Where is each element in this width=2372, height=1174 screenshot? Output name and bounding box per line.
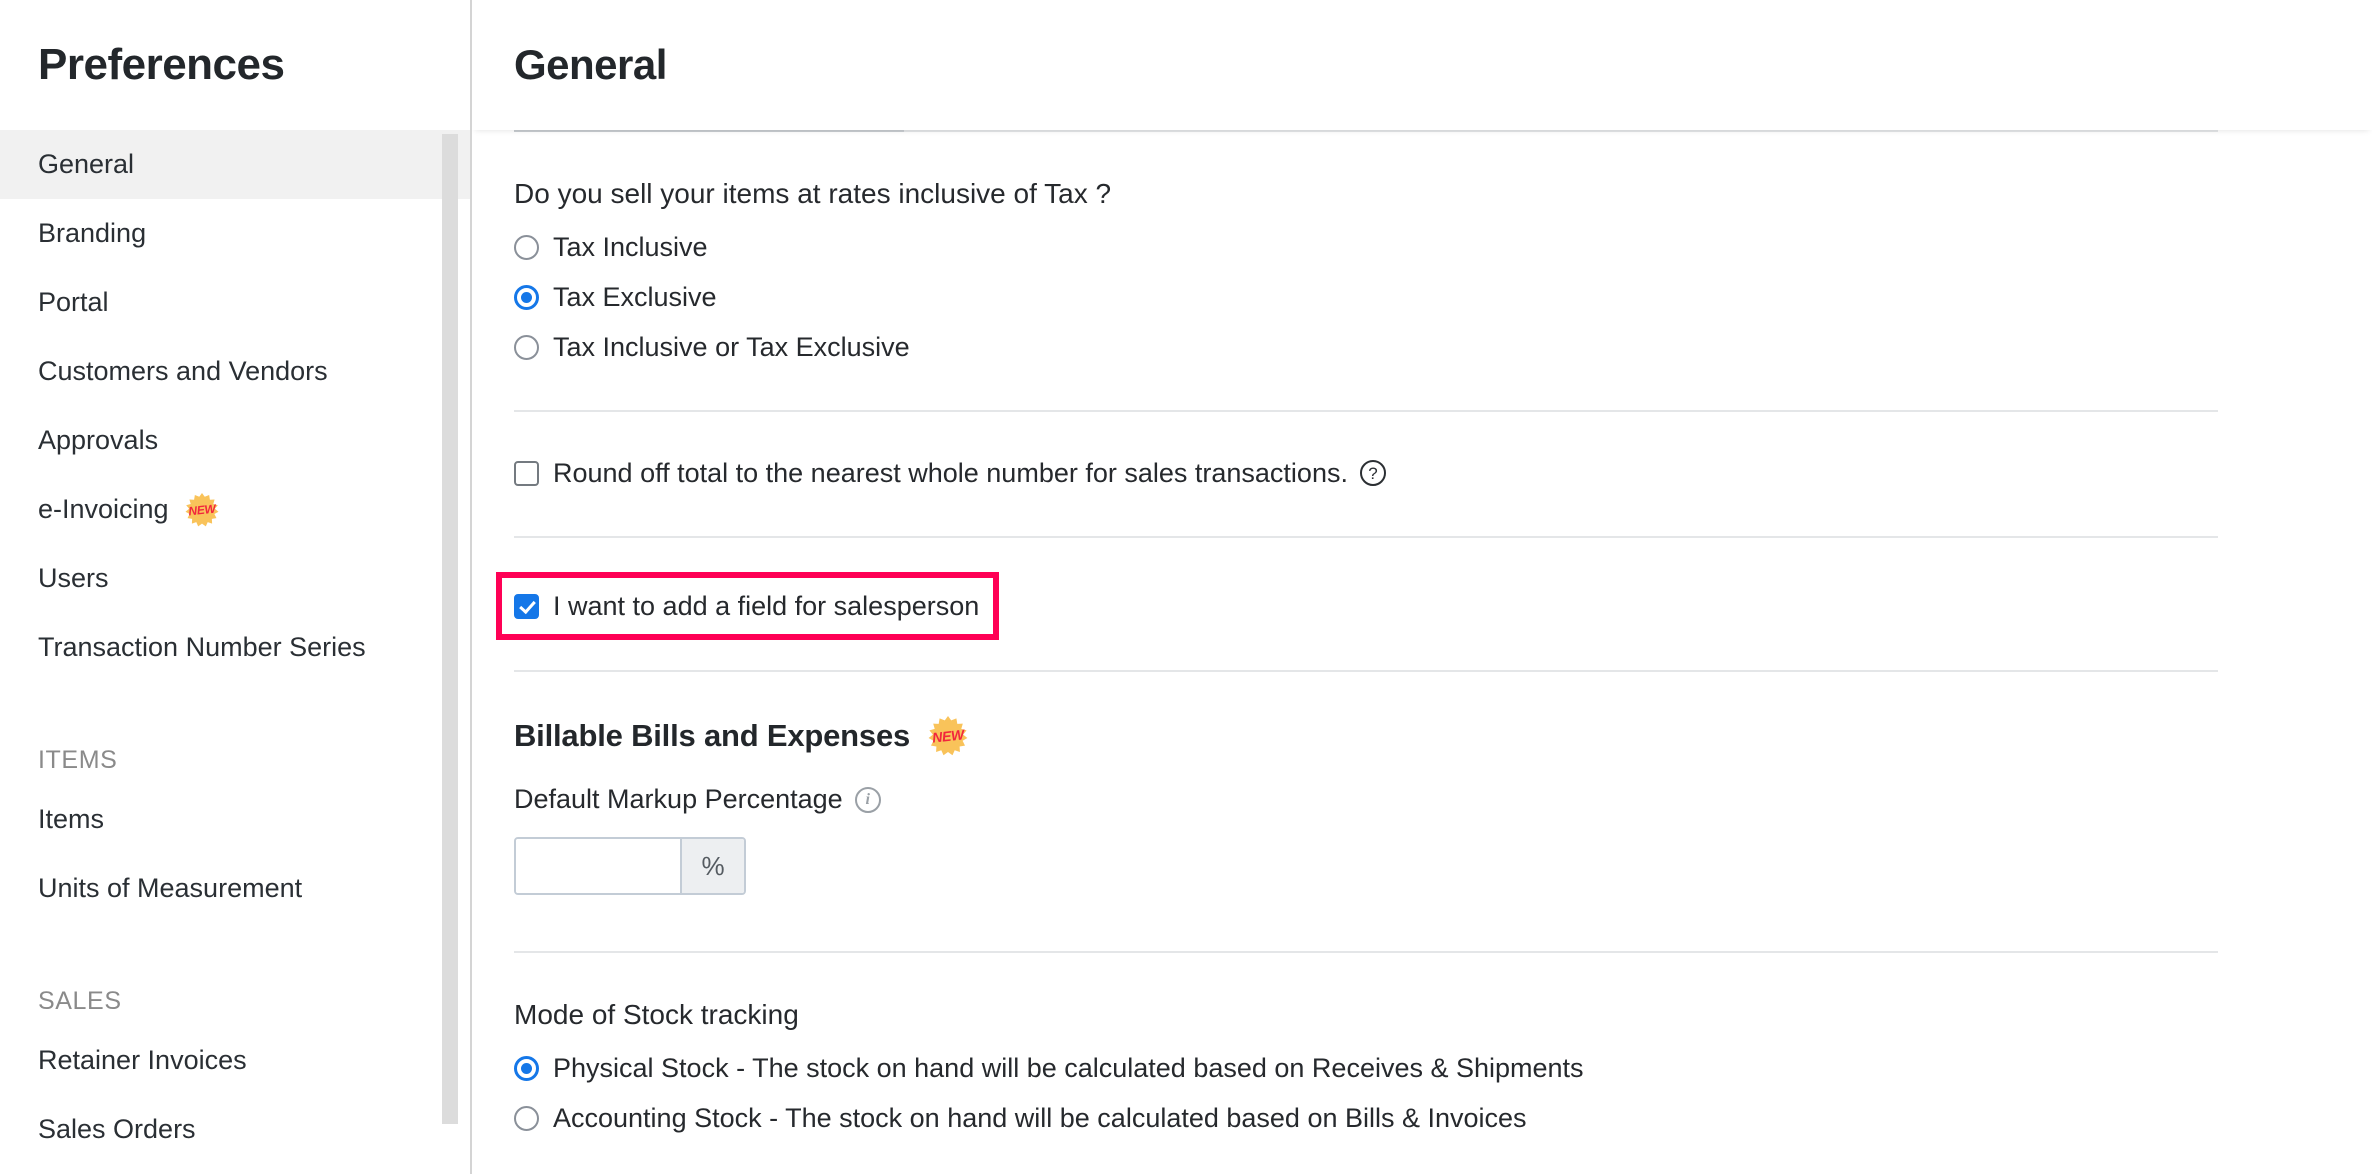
percent-suffix: % bbox=[680, 839, 744, 894]
stock-tracking-label: Mode of Stock tracking bbox=[514, 999, 799, 1031]
salesperson-section: I want to add a field for salesperson bbox=[472, 538, 2372, 670]
checkbox-option-round-off[interactable]: Round off total to the nearest whole num… bbox=[514, 450, 2372, 496]
default-markup-input[interactable] bbox=[516, 839, 680, 894]
sidebar-item-label: e-Invoicing bbox=[38, 494, 169, 524]
divider bbox=[514, 410, 2218, 413]
billable-bills-heading-label: Billable Bills and Expenses bbox=[514, 718, 911, 754]
radio-label: Accounting Stock - The stock on hand wil… bbox=[553, 1103, 1527, 1134]
radio-label: Tax Exclusive bbox=[553, 281, 717, 312]
radio-label: Physical Stock - The stock on hand will … bbox=[553, 1053, 1584, 1084]
radio-icon[interactable] bbox=[514, 1106, 539, 1132]
checkbox-icon-checked[interactable] bbox=[514, 593, 539, 619]
radio-label: Tax Inclusive or Tax Exclusive bbox=[553, 331, 910, 362]
sidebar-section-items-heading: ITEMS bbox=[38, 746, 118, 774]
checkbox-icon[interactable] bbox=[514, 460, 539, 486]
radio-option-tax-inclusive-or-exclusive[interactable]: Tax Inclusive or Tax Exclusive bbox=[514, 324, 2372, 370]
help-circle-icon[interactable]: ? bbox=[1359, 460, 1386, 487]
sidebar-item-users[interactable]: Users bbox=[0, 544, 470, 613]
new-badge-label: NEW bbox=[187, 501, 216, 518]
sidebar-item-portal[interactable]: Portal bbox=[0, 268, 470, 337]
new-badge-icon: NEW bbox=[928, 716, 968, 756]
main-header: General bbox=[472, 0, 2372, 130]
sidebar-item-approvals[interactable]: Approvals bbox=[0, 406, 470, 475]
new-badge-label: NEW bbox=[931, 726, 965, 747]
radio-option-physical-stock[interactable]: Physical Stock - The stock on hand will … bbox=[514, 1046, 2372, 1092]
sidebar-item-branding[interactable]: Branding bbox=[0, 199, 470, 268]
clipped-field-above-fold bbox=[514, 130, 904, 132]
salesperson-highlight-box: I want to add a field for salesperson bbox=[496, 572, 1000, 641]
sidebar-item-label: Approvals bbox=[38, 425, 159, 455]
sidebar-item-label: Users bbox=[38, 563, 109, 593]
stock-tracking-section: Mode of Stock tracking Physical Stock - … bbox=[472, 953, 2372, 1141]
sidebar-item-label: General bbox=[38, 149, 135, 179]
checkbox-label: I want to add a field for salesperson bbox=[553, 590, 980, 621]
default-markup-input-group[interactable]: % bbox=[514, 837, 746, 896]
preferences-sidebar: Preferences General Branding Portal Cust… bbox=[0, 0, 472, 1174]
sidebar-item-label: Branding bbox=[38, 218, 147, 248]
default-markup-label: Default Markup Percentage bbox=[514, 784, 843, 815]
sidebar-item-label: Sales Orders bbox=[38, 1114, 196, 1144]
sidebar-item-label: Retainer Invoices bbox=[38, 1045, 247, 1075]
checkbox-label: Round off total to the nearest whole num… bbox=[553, 457, 1348, 488]
sidebar-item-general[interactable]: General bbox=[0, 130, 470, 199]
info-circle-icon[interactable]: i bbox=[854, 786, 881, 813]
main-content: General Do you sell your items at rates … bbox=[472, 0, 2372, 1174]
sidebar-item-label: Units of Measurement bbox=[38, 873, 303, 903]
sidebar-item-transaction-number-series[interactable]: Transaction Number Series bbox=[0, 613, 470, 682]
sidebar-item-label: Transaction Number Series bbox=[38, 632, 366, 662]
sidebar-item-retainer-invoices[interactable]: Retainer Invoices bbox=[0, 1026, 470, 1095]
checkbox-option-salesperson[interactable]: I want to add a field for salesperson bbox=[514, 586, 979, 626]
tax-inclusive-section: Do you sell your items at rates inclusiv… bbox=[472, 132, 2372, 370]
sidebar-item-label: Portal bbox=[38, 287, 109, 317]
radio-option-tax-inclusive[interactable]: Tax Inclusive bbox=[514, 224, 2372, 270]
default-markup-label-row: Default Markup Percentage i bbox=[514, 784, 2372, 815]
radio-option-tax-exclusive[interactable]: Tax Exclusive bbox=[514, 274, 2372, 320]
round-off-section: Round off total to the nearest whole num… bbox=[472, 450, 2372, 496]
page-title: Preferences bbox=[38, 40, 285, 89]
sidebar-item-items[interactable]: Items bbox=[0, 785, 470, 854]
sidebar-nav: General Branding Portal Customers and Ve… bbox=[0, 130, 470, 1164]
radio-option-accounting-stock[interactable]: Accounting Stock - The stock on hand wil… bbox=[514, 1096, 2372, 1142]
sidebar-item-label: Customers and Vendors bbox=[38, 356, 328, 386]
radio-icon[interactable] bbox=[514, 334, 539, 360]
sidebar-header: Preferences bbox=[0, 0, 470, 130]
sidebar-section-sales-heading: SALES bbox=[38, 987, 122, 1015]
tax-question-label: Do you sell your items at rates inclusiv… bbox=[514, 178, 1112, 209]
radio-label: Tax Inclusive bbox=[553, 231, 708, 262]
sidebar-item-customers-and-vendors[interactable]: Customers and Vendors bbox=[0, 337, 470, 406]
billable-bills-heading: Billable Bills and Expenses NEW bbox=[514, 672, 2372, 756]
main-page-title: General bbox=[514, 41, 667, 88]
sidebar-item-units-of-measurement[interactable]: Units of Measurement bbox=[0, 854, 470, 923]
billable-bills-section: Billable Bills and Expenses NEW Default … bbox=[472, 672, 2372, 896]
radio-icon[interactable] bbox=[514, 234, 539, 260]
preferences-page: Preferences General Branding Portal Cust… bbox=[0, 0, 2372, 1174]
settings-scroll-area[interactable]: Do you sell your items at rates inclusiv… bbox=[472, 130, 2372, 1174]
radio-icon-selected[interactable] bbox=[514, 1056, 539, 1082]
new-badge-icon: NEW bbox=[185, 492, 219, 527]
sidebar-item-label: Items bbox=[38, 804, 105, 834]
sidebar-scrollbar[interactable] bbox=[442, 130, 458, 1174]
radio-icon-selected[interactable] bbox=[514, 284, 539, 310]
sidebar-scrollbar-thumb[interactable] bbox=[442, 134, 458, 1124]
sidebar-item-sales-orders[interactable]: Sales Orders bbox=[0, 1095, 470, 1164]
sidebar-item-e-invoicing[interactable]: e-Invoicing NEW bbox=[0, 475, 470, 544]
